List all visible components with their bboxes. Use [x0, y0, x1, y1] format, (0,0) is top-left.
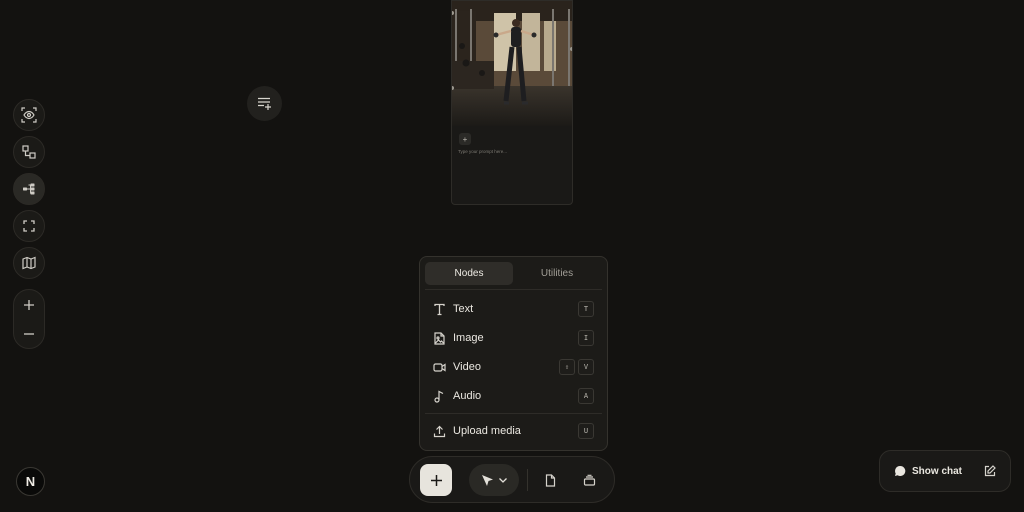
compose-icon[interactable] [984, 465, 996, 477]
zoom-controls [13, 289, 45, 349]
menu-item-label: Upload media [453, 425, 521, 437]
fit-view-icon [23, 220, 35, 232]
minimap-button[interactable] [13, 247, 45, 279]
document-icon [544, 473, 557, 487]
preview-button[interactable] [13, 99, 45, 131]
tab-nodes[interactable]: Nodes [425, 262, 513, 285]
shortcut-key: ⇧ [559, 359, 575, 375]
audio-icon [433, 390, 446, 403]
show-chat-label: Show chat [912, 465, 963, 477]
fit-view-button[interactable] [13, 210, 45, 242]
zoom-in-button[interactable] [13, 291, 45, 319]
menu-divider [425, 413, 602, 414]
zoom-out-button[interactable] [13, 320, 45, 348]
shortcut-key: I [578, 330, 594, 346]
document-button[interactable] [541, 471, 559, 489]
shortcut: A [578, 388, 594, 404]
node-prompt-input[interactable]: Type your prompt here... [458, 149, 507, 154]
plus-icon [23, 299, 35, 311]
text-sparkle-icon [257, 96, 272, 111]
menu-divider [425, 289, 602, 290]
menu-item-label: Audio [453, 390, 482, 402]
plus-icon [430, 474, 443, 487]
minimap-icon [22, 256, 36, 270]
text-icon [433, 303, 446, 316]
tab-utilities[interactable]: Utilities [513, 262, 601, 285]
app-logo[interactable]: N [16, 467, 45, 496]
workflow-button[interactable] [13, 173, 45, 205]
show-chat-button[interactable]: Show chat [879, 450, 1011, 492]
menu-item-label: Image [453, 332, 484, 344]
shortcut-key: V [578, 359, 594, 375]
select-tool-button[interactable] [469, 464, 519, 496]
menu-item-audio[interactable]: Audio A [425, 383, 602, 409]
menu-item-label: Video [453, 361, 481, 373]
shortcut-key: T [578, 301, 594, 317]
bottom-toolbar [409, 456, 615, 503]
logo-letter: N [25, 474, 36, 489]
shortcut: I [578, 330, 594, 346]
minus-icon [23, 328, 35, 340]
generated-image [452, 1, 572, 126]
node-handle[interactable] [570, 47, 572, 51]
add-node-button[interactable] [420, 464, 452, 496]
workflow-icon [22, 182, 36, 196]
node-add-button[interactable]: + [459, 133, 471, 145]
image-node[interactable]: + Type your prompt here... [451, 0, 573, 205]
stack-button[interactable] [580, 471, 598, 489]
menu-item-text[interactable]: Text T [425, 296, 602, 322]
layout-button[interactable] [13, 136, 45, 168]
shortcut-key: U [578, 423, 594, 439]
video-icon [433, 361, 446, 374]
shortcut-key: A [578, 388, 594, 404]
menu-item-image[interactable]: Image I [425, 325, 602, 351]
preview-icon [21, 107, 37, 123]
cursor-icon [481, 474, 494, 487]
chevron-down-icon [498, 475, 508, 485]
menu-item-label: Text [453, 303, 474, 315]
layout-icon [22, 145, 36, 159]
menu-item-upload-media[interactable]: Upload media U [425, 418, 602, 444]
toolbar-separator [527, 469, 528, 491]
stack-icon [583, 474, 596, 487]
menu-tabs: Nodes Utilities [425, 262, 602, 285]
add-node-menu: Nodes Utilities Text T Image I Video ⇧ V [419, 256, 608, 451]
shortcut: U [578, 423, 594, 439]
menu-item-video[interactable]: Video ⇧ V [425, 354, 602, 380]
upload-icon [433, 425, 446, 438]
image-icon [433, 331, 446, 345]
chat-bubble-icon [894, 465, 906, 477]
prompt-settings-button[interactable] [247, 86, 282, 121]
shortcut: T [578, 301, 594, 317]
shortcut: ⇧ V [559, 359, 594, 375]
